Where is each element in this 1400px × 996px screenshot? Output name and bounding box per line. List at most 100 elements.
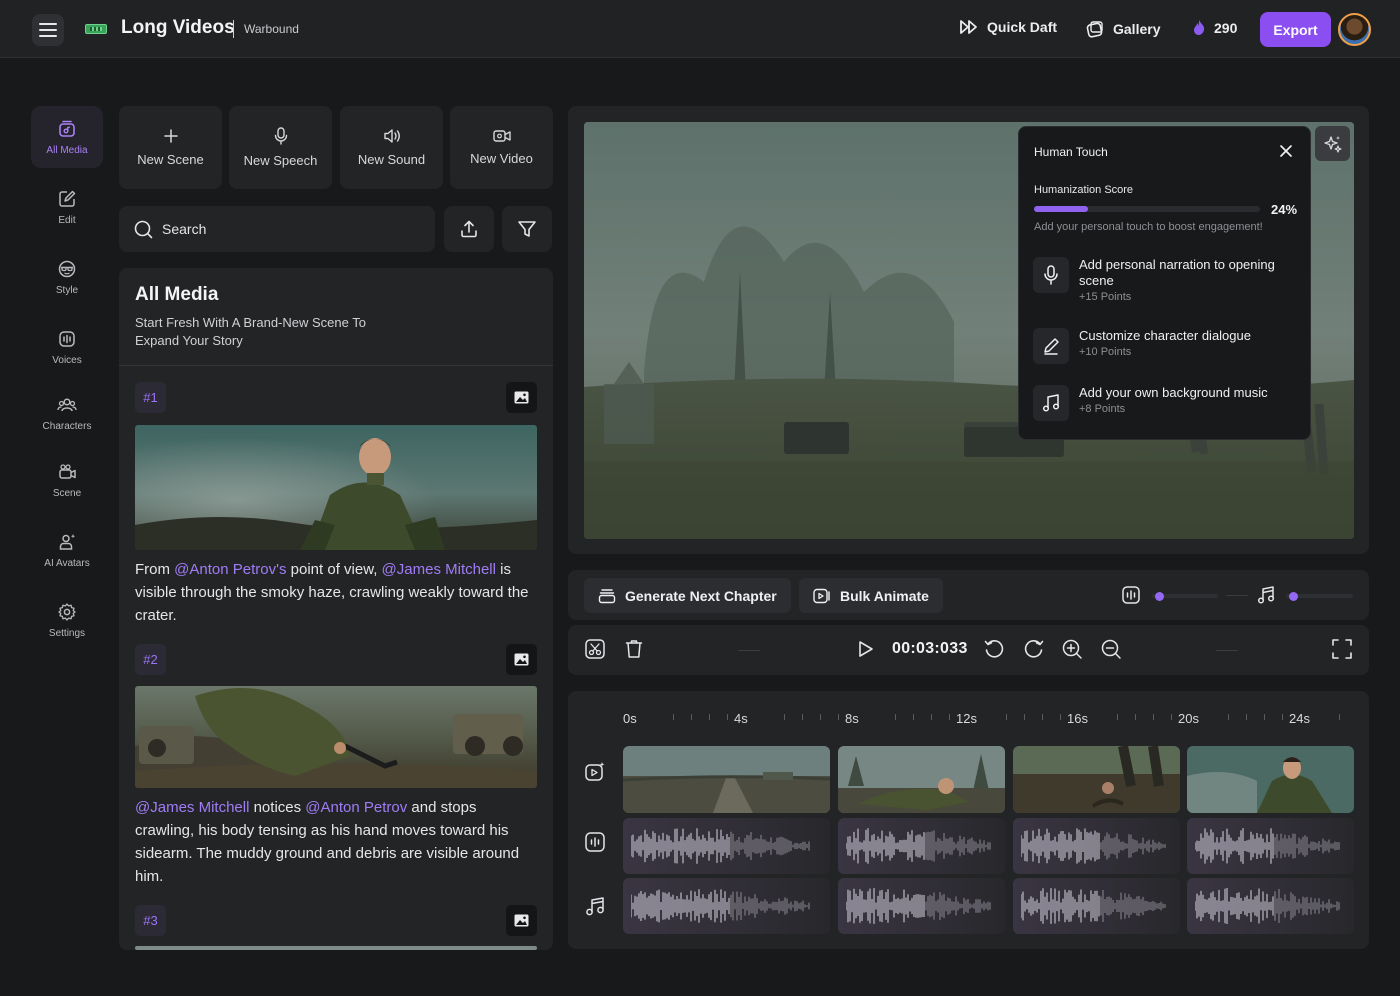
task-dialogue[interactable]: Customize character dialogue +10 Points: [1033, 328, 1301, 364]
task-icon: [1033, 328, 1069, 364]
ai-enhance-button[interactable]: [1315, 126, 1350, 161]
sidebar-item-ai-avatars[interactable]: AI Avatars: [31, 519, 103, 581]
user-avatar[interactable]: [1338, 13, 1371, 46]
voice-clip[interactable]: [838, 818, 1005, 874]
timeline-tick: [1339, 714, 1340, 720]
voice-clip[interactable]: [623, 818, 830, 874]
music-clip[interactable]: [1013, 878, 1180, 934]
flame-icon: [1194, 20, 1205, 35]
new-video-button[interactable]: New Video: [450, 106, 553, 189]
character-mention[interactable]: @Anton Petrov: [305, 799, 407, 816]
upload-button[interactable]: [444, 206, 494, 252]
split-button[interactable]: [584, 638, 606, 665]
delete-button[interactable]: [623, 638, 645, 665]
divider: [1226, 595, 1248, 596]
voice-clip[interactable]: [1187, 818, 1354, 874]
scene-image-button[interactable]: [506, 644, 537, 675]
zoom-in-button[interactable]: [1061, 638, 1083, 665]
undo-button[interactable]: [983, 638, 1005, 665]
zoom-out-button[interactable]: [1100, 638, 1122, 665]
character-mention[interactable]: @James Mitchell: [382, 561, 496, 578]
music-volume-icon: [1257, 586, 1275, 604]
sidebar-item-style[interactable]: Style: [31, 246, 103, 308]
quick-draft-button[interactable]: Quick Daft: [959, 19, 1057, 35]
play-button[interactable]: [854, 638, 876, 665]
character-mention[interactable]: @James Mitchell: [135, 799, 249, 816]
task-narration[interactable]: Add personal narration to opening scene …: [1033, 257, 1301, 303]
media-icon: [59, 120, 75, 137]
scene-image-button[interactable]: [506, 905, 537, 936]
music-volume-knob[interactable]: [1288, 591, 1298, 601]
timeline-tick: [913, 714, 914, 720]
gallery-button[interactable]: Gallery: [1085, 19, 1160, 39]
scene-tag[interactable]: #1: [135, 382, 166, 413]
task-label: Add your own background music: [1079, 385, 1268, 400]
voice-volume-slider[interactable]: [1152, 591, 1218, 601]
character-mention[interactable]: @Anton Petrov's: [174, 561, 286, 578]
sidebar-item-settings[interactable]: Settings: [31, 589, 103, 651]
filter-button[interactable]: [502, 206, 552, 252]
menu-button[interactable]: [32, 14, 64, 46]
music-clip[interactable]: [838, 878, 1005, 934]
video-track-icon: [585, 762, 605, 781]
video-clip[interactable]: [838, 746, 1005, 813]
fast-forward-icon: [960, 20, 977, 34]
sidebar-item-characters[interactable]: Characters: [31, 382, 103, 444]
timeline-tick: [709, 714, 710, 720]
music-note-icon: [1042, 394, 1060, 412]
sidebar-item-label: All Media: [46, 144, 88, 156]
timeline-tick: [1006, 714, 1007, 720]
media-subtitle: Start Fresh With A Brand-New Scene To Ex…: [135, 315, 366, 348]
generate-next-chapter-button[interactable]: Generate Next Chapter: [584, 578, 791, 613]
scene-image-button[interactable]: [506, 382, 537, 413]
timeline-tick: [1117, 714, 1118, 720]
sidebar-item-scene[interactable]: Scene: [31, 449, 103, 511]
video-clip[interactable]: [1013, 746, 1180, 813]
video-clip[interactable]: [623, 746, 830, 813]
new-speech-button[interactable]: New Speech: [229, 106, 332, 189]
video-clip[interactable]: [1187, 746, 1354, 813]
sidebar-item-edit[interactable]: Edit: [31, 176, 103, 238]
voice-volume-knob[interactable]: [1154, 591, 1164, 601]
timeline-tick: [1171, 714, 1172, 720]
task-music[interactable]: Add your own background music +8 Points: [1033, 385, 1301, 421]
project-name[interactable]: Warbound: [244, 22, 299, 36]
sidebar-item-voices[interactable]: Voices: [31, 316, 103, 378]
redo-button[interactable]: [1023, 638, 1045, 665]
voice-clip[interactable]: [1013, 818, 1180, 874]
human-touch-title: Human Touch: [1034, 145, 1108, 159]
media-title: All Media: [135, 284, 219, 305]
timeline-tick: [802, 714, 803, 720]
task-icon: [1033, 385, 1069, 421]
scene-thumbnail[interactable]: [135, 946, 537, 950]
fullscreen-button[interactable]: [1331, 638, 1353, 665]
human-touch-card: Human Touch Humanization Score 24% Add y…: [1018, 126, 1311, 440]
scissors-icon: [585, 639, 605, 659]
scene-tag[interactable]: #2: [135, 644, 166, 675]
new-scene-button[interactable]: New Scene: [119, 106, 222, 189]
bulk-animate-button[interactable]: Bulk Animate: [799, 578, 943, 613]
scene-thumbnail[interactable]: [135, 425, 537, 550]
task-points: +8 Points: [1079, 403, 1126, 415]
task-points: +15 Points: [1079, 291, 1132, 303]
music-volume-slider[interactable]: [1286, 591, 1353, 601]
music-clip[interactable]: [1187, 878, 1354, 934]
zoom-out-icon: [1101, 639, 1121, 659]
scene-2-image: [135, 686, 537, 788]
clip-2-image: [838, 746, 1005, 813]
new-sound-button[interactable]: New Sound: [340, 106, 443, 189]
search-input[interactable]: Search: [119, 206, 435, 252]
characters-icon: [57, 397, 77, 411]
waveform: [631, 828, 810, 864]
timeline-tick: [673, 714, 674, 720]
speaker-icon: [383, 129, 400, 143]
animate-icon: [813, 588, 830, 603]
search-icon: [134, 220, 153, 238]
close-button[interactable]: [1279, 144, 1293, 163]
music-clip[interactable]: [623, 878, 830, 934]
scene-thumbnail[interactable]: [135, 686, 537, 788]
scene-tag[interactable]: #3: [135, 905, 166, 936]
sidebar-item-all-media[interactable]: All Media: [31, 106, 103, 168]
export-button[interactable]: Export: [1260, 12, 1331, 47]
playback-bar: 00:03:033: [568, 625, 1369, 675]
